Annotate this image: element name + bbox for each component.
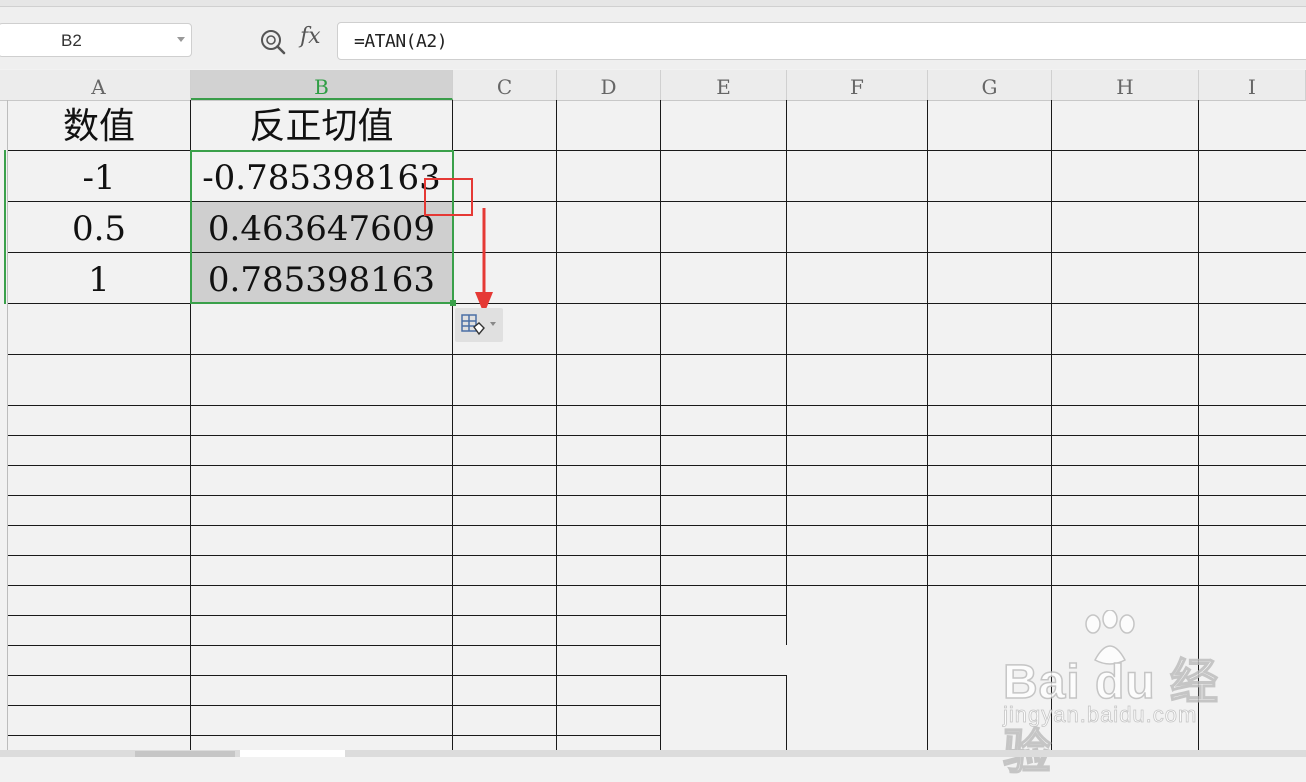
cell-a3[interactable]: 0.5 [8,202,190,252]
cell-a4[interactable]: 1 [8,253,190,303]
row-line [7,735,661,736]
column-line [556,100,557,750]
column-headers: A B C D E F G H I [0,70,1306,101]
column-header-d[interactable]: D [557,70,661,100]
column-header-i[interactable]: I [1199,70,1306,100]
column-header-c[interactable]: C [453,70,557,100]
column-line [660,100,661,750]
cell-a1[interactable]: 数值 [8,100,190,150]
chevron-down-icon[interactable] [177,37,185,42]
baidu-jingyan-watermark: Bai du 经验 jingyan.baidu.com [995,610,1245,780]
column-header-f[interactable]: F [787,70,928,100]
top-edge-strip [0,0,1306,7]
highlight-box-annotation [424,178,473,216]
zoom-search-icon[interactable] [258,27,288,57]
cell-b2[interactable]: -0.785398163 [191,151,452,201]
paste-options-button[interactable] [455,308,503,342]
row-line [7,525,1306,526]
row-line [7,495,1306,496]
row-line [7,585,1306,586]
column-header-g[interactable]: G [928,70,1052,100]
row-line [7,645,661,646]
column-line [786,675,787,750]
formula-bar: B2 fx =ATAN(A2) [0,7,1306,69]
column-header-a[interactable]: A [7,70,191,100]
chevron-down-icon [490,322,496,326]
row-line [7,354,1306,355]
name-box[interactable]: B2 [0,23,192,57]
column-line [786,100,787,645]
formula-input[interactable]: =ATAN(A2) [337,22,1306,60]
sheet-tab[interactable] [240,750,345,757]
row-line [7,675,787,676]
formula-text: =ATAN(A2) [354,31,448,52]
watermark-url: jingyan.baidu.com [1003,702,1198,728]
column-header-h[interactable]: H [1052,70,1199,100]
column-header-b[interactable]: B [191,70,453,100]
column-header-e[interactable]: E [661,70,787,100]
row-line [7,435,1306,436]
arrow-down-annotation-icon [475,208,493,314]
row-line [7,465,1306,466]
horizontal-scrollbar[interactable] [135,751,235,757]
fx-icon[interactable]: fx [300,24,321,49]
name-box-value: B2 [61,31,82,50]
row-selection-indicator [4,150,6,304]
row-line [7,615,787,616]
column-line [927,100,928,750]
cell-b3[interactable]: 0.463647609 [191,202,452,252]
cell-b4[interactable]: 0.785398163 [191,253,452,303]
row-line [7,303,1306,304]
cell-a2[interactable]: -1 [8,151,190,201]
paste-options-icon [461,314,485,336]
row-line [7,705,661,706]
row-line [7,405,1306,406]
cell-b1[interactable]: 反正切值 [191,100,452,150]
fill-handle[interactable] [450,300,456,306]
row-line [7,555,1306,556]
